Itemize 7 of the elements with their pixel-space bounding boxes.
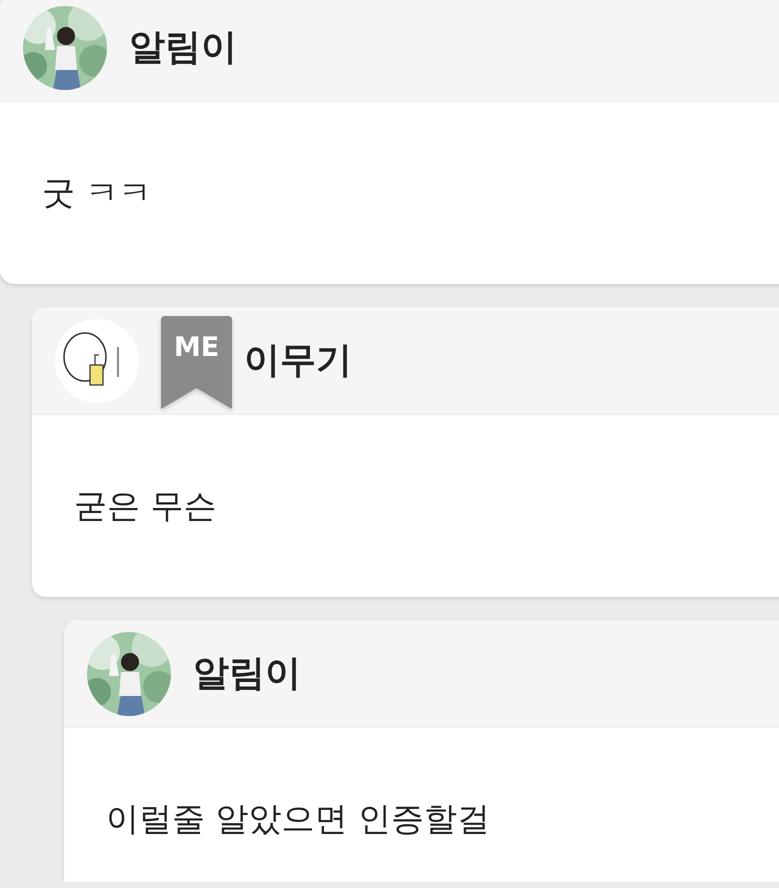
comment-text: 굳은 무슨 [74, 484, 216, 526]
author-name: 이무기 [244, 339, 352, 383]
comment-text: 굿 ㅋㅋ [42, 172, 152, 214]
me-badge: ME [161, 316, 232, 410]
author-name: 알림이 [193, 652, 301, 696]
comment-text: 이럴줄 알았으면 인증할걸 [106, 798, 490, 840]
author-name: 알림이 [129, 26, 237, 70]
